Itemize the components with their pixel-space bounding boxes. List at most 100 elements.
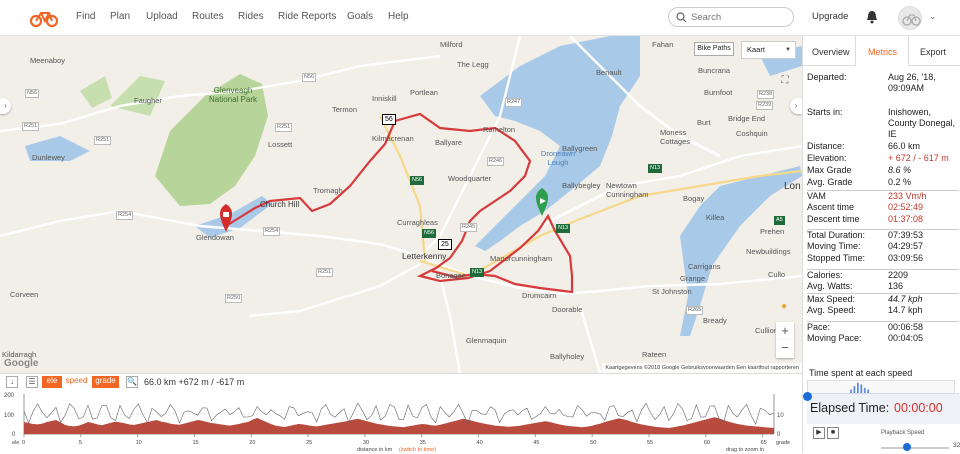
right-axis-label: grade (776, 440, 790, 446)
map-label-thelegg: The Legg (457, 60, 489, 69)
nav-goals[interactable]: Goals (347, 11, 373, 22)
map-label-glenveagh: Glenveagh National Park (208, 86, 258, 104)
metric-label: Avg. Grade (807, 177, 853, 187)
map-label-corveen: Corveen (10, 290, 39, 299)
speed-histogram (807, 380, 955, 394)
y-tick: 100 (4, 413, 15, 419)
metric-value: 44.7 kph (888, 294, 923, 304)
zoom-icon[interactable]: 🔍 (126, 376, 138, 388)
map-label-inniskill: Inniskill (372, 94, 397, 103)
map-label-carrigans: Carrigans (688, 262, 721, 271)
metric-row: Ascent time 02:52:49 (807, 202, 959, 213)
map-label-killea: Killea (706, 213, 725, 222)
metric-label: Total Duration: (807, 230, 866, 240)
map-attribution[interactable]: Kaartgegevens ©2018 Google Gebruiksvoorw… (602, 363, 802, 373)
map-type-select[interactable]: Kaart ▼ (741, 41, 796, 59)
metric-value: 00:04:05 (888, 333, 924, 343)
elevation-summary: 66.0 km +672 m / -617 m (144, 377, 245, 387)
zoom-in-button[interactable]: + (776, 322, 794, 340)
collapse-down-icon[interactable]: ↓ (6, 376, 18, 388)
nav-rides[interactable]: Rides (238, 11, 264, 22)
time-spent-title: Time spent at each speed (809, 368, 913, 378)
elevation-profile[interactable]: ↓ ☰ ele speed grade 🔍 66.0 km +672 m / -… (0, 373, 802, 453)
map-label-fahan: Fahan (652, 40, 674, 49)
avatar[interactable] (898, 6, 922, 30)
tab-metrics[interactable]: Metrics (868, 47, 897, 57)
map-label-churchhill: Church Hill (260, 200, 300, 209)
road-shield: N56 (410, 176, 425, 185)
nav-routes[interactable]: Routes (192, 11, 224, 22)
map-label-ballybegley: Ballybegley (562, 181, 601, 190)
speed-toggle[interactable]: speed (64, 376, 89, 388)
road-shield: N13 (648, 164, 663, 173)
y-tick-right: 10 (777, 413, 784, 419)
playback-speed-knob[interactable] (903, 443, 911, 451)
menu-icon[interactable]: ☰ (26, 376, 38, 388)
search-box[interactable] (668, 7, 794, 27)
metric-value: 0.2 % (888, 177, 912, 187)
bike-logo-icon[interactable] (30, 8, 58, 28)
map-label-grange: Grange (680, 274, 706, 283)
map-label-monesscottages: Moness Cottages (660, 128, 691, 146)
nav-ride-reports[interactable]: Ride Reports (278, 11, 336, 22)
map-label-milford: Milford (440, 40, 463, 49)
metric-row: Distance: 66.0 km (807, 141, 959, 152)
chevron-down-icon[interactable]: ⌄ (929, 11, 937, 22)
upgrade-link[interactable]: Upgrade (812, 11, 848, 22)
metric-label: Distance: (807, 141, 845, 151)
map-label-portlean: Portlean (410, 88, 438, 97)
bike-paths-toggle[interactable]: Bike Paths (694, 42, 734, 56)
x-tick-label: 40 (477, 440, 483, 446)
bell-icon[interactable] (866, 10, 878, 24)
play-button[interactable]: ▶ (813, 427, 825, 439)
y-tick-right: 0 (777, 432, 781, 438)
route-map[interactable]: Meenaboy Faugher Glenveagh National Park… (0, 36, 802, 373)
right-panel-toggle[interactable]: › (790, 98, 802, 114)
pegman-icon[interactable]: ● (776, 301, 792, 317)
stop-button[interactable]: ■ (827, 427, 839, 439)
metric-value: 14.7 kph (888, 305, 923, 315)
map-label-glendowan: Glendowan (196, 233, 234, 242)
playback-speed-slider[interactable] (881, 447, 949, 449)
x-tick-label: 65 (761, 440, 767, 446)
metric-row: Pace: 00:06:58 (807, 321, 959, 332)
nav-help[interactable]: Help (388, 11, 409, 22)
road-shield: A5 (774, 216, 785, 225)
metric-label: Moving Pace: (807, 333, 862, 343)
x-tick-label: 10 (136, 440, 142, 446)
map-label-newbuildings: Newbuildings (746, 247, 791, 256)
map-label-prehen: Prehen (760, 227, 785, 236)
nav-find[interactable]: Find (76, 11, 95, 22)
fullscreen-icon[interactable]: ⛶ (778, 74, 792, 88)
metric-row: Avg. Grade 0.2 % (807, 177, 959, 188)
search-input[interactable] (691, 11, 787, 23)
grade-toggle[interactable]: grade (92, 376, 119, 388)
elevation-chart[interactable]: 200 100 0 10 0 ele grade 0 5 10 15 20 25 30 35 4… (0, 390, 802, 454)
x-tick-label: 55 (647, 440, 653, 446)
x-tick-label: 5 (79, 440, 82, 446)
map-label-meenaboy: Meenaboy (30, 56, 66, 65)
elapsed-time-box: Elapsed Time: 00:00:00 (807, 394, 960, 424)
playback-position-handle[interactable] (803, 392, 812, 401)
tab-overview[interactable]: Overview (812, 47, 850, 57)
tab-export[interactable]: Export (920, 47, 946, 57)
map-label-coshquin: Coshquin (736, 129, 768, 138)
nav-upload[interactable]: Upload (146, 11, 178, 22)
x-tick-label: 60 (704, 440, 710, 446)
ele-toggle[interactable]: ele (42, 376, 62, 388)
map-label-ballyholey: Ballyholey (550, 352, 585, 361)
x-axis-label: distance in km (357, 447, 393, 453)
map-label-termon: Termon (332, 105, 358, 114)
switch-to-time-link[interactable]: (switch to time) (399, 447, 436, 453)
nav-plan[interactable]: Plan (110, 11, 130, 22)
map-canvas[interactable] (0, 36, 802, 373)
map-label-lossett: Lossett (268, 140, 293, 149)
google-logo: Google (4, 358, 39, 369)
left-axis-label: ele (12, 440, 19, 446)
x-tick-label: 35 (420, 440, 426, 446)
map-label-benault: Benault (596, 68, 622, 77)
map-label-doorable: Doorable (552, 305, 583, 314)
metric-row: Avg. Speed: 14.7 kph (807, 305, 959, 316)
road-shield: R245 (460, 223, 478, 232)
zoom-out-button[interactable]: − (776, 340, 794, 358)
